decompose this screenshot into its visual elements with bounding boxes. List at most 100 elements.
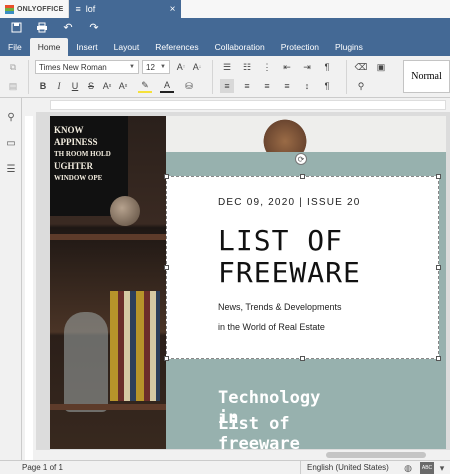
document-title[interactable]: LIST OF FREEWARE — [218, 225, 361, 289]
search-icon[interactable]: ⚲ — [4, 110, 18, 124]
navigation-icon[interactable]: ☰ — [4, 162, 18, 176]
issue-date[interactable]: DEC 09, 2020 | ISSUE 20 — [218, 197, 360, 208]
scrollbar-thumb[interactable] — [326, 452, 426, 458]
document-page[interactable]: KNOW APPINESS TH ROOM HOLD UGHTER WINDOW… — [50, 116, 446, 460]
tab-protection[interactable]: Protection — [273, 38, 327, 56]
redo-icon[interactable]: ↷ — [86, 20, 102, 34]
bold-icon[interactable]: B — [36, 79, 50, 93]
onlyoffice-logo-icon — [5, 4, 14, 14]
subscript-icon[interactable]: Ax — [116, 79, 130, 93]
resize-handle[interactable] — [164, 174, 169, 179]
chevron-down-icon[interactable]: ▾ — [436, 462, 448, 474]
copy-style-icon[interactable]: ⚲ — [354, 79, 368, 93]
paragraph-icon[interactable]: ¶ — [320, 79, 334, 93]
teal-heading-line: List of — [218, 414, 290, 434]
font-size-select[interactable]: 12 ▼ — [142, 60, 170, 74]
line-spacing-icon[interactable]: ↕ — [300, 79, 314, 93]
brand-name: ONLYOFFICE — [17, 5, 64, 13]
resize-handle[interactable] — [300, 174, 305, 179]
subtitle-line[interactable]: in the World of Real Estate — [218, 322, 325, 332]
tab-home[interactable]: Home — [29, 38, 69, 56]
copy-icon[interactable]: ⧉ — [6, 60, 20, 74]
glass-jar — [64, 312, 108, 412]
coral-decoration — [260, 116, 310, 152]
ribbon-separator — [212, 60, 213, 94]
spellcheck-icon[interactable]: ABC — [420, 462, 434, 474]
resize-handle[interactable] — [436, 174, 441, 179]
multilevel-list-icon[interactable]: ⋮ — [260, 60, 274, 74]
save-icon[interactable] — [8, 20, 24, 34]
wooden-shelf — [50, 404, 166, 410]
close-tab-icon[interactable]: × — [170, 4, 176, 15]
document-tab-label: lof — [85, 4, 96, 14]
tab-references[interactable]: References — [147, 38, 206, 56]
tab-collaboration[interactable]: Collaboration — [207, 38, 273, 56]
title-bar: ONLYOFFICE ≡ lof × — [0, 0, 450, 18]
clear-style-icon[interactable]: ⌫ — [354, 60, 368, 74]
document-tab[interactable]: ≡ lof × — [69, 0, 182, 18]
document-canvas[interactable]: KNOW APPINESS TH ROOM HOLD UGHTER WINDOW… — [36, 112, 450, 460]
status-bar: Page 1 of 1 English (United States) ◍ AB… — [0, 460, 450, 474]
resize-handle[interactable] — [436, 265, 441, 270]
increase-indent-icon[interactable]: ⇥ — [300, 60, 314, 74]
undo-icon[interactable]: ↶ — [60, 20, 76, 34]
rotate-icon[interactable]: ⟳ — [295, 153, 307, 165]
increase-font-icon[interactable]: A ↑ — [174, 60, 188, 74]
align-center-icon[interactable]: ≡ — [240, 79, 254, 93]
italic-icon[interactable]: I — [52, 79, 66, 93]
wooden-shelf — [50, 234, 166, 240]
align-right-icon[interactable]: ≡ — [260, 79, 274, 93]
tab-layout[interactable]: Layout — [106, 38, 148, 56]
title-line: LIST OF — [218, 224, 344, 257]
decrease-indent-icon[interactable]: ⇤ — [280, 60, 294, 74]
nonprinting-chars-icon[interactable]: ¶ — [320, 60, 334, 74]
justify-icon[interactable]: ≡ — [280, 79, 294, 93]
onlyoffice-logo: ONLYOFFICE — [0, 0, 70, 18]
resize-handle[interactable] — [300, 356, 305, 361]
teal-heading-line: Technology — [218, 388, 321, 408]
decrease-font-icon[interactable]: A ↓ — [190, 60, 204, 74]
horizontal-ruler[interactable] — [22, 98, 450, 112]
fill-color-icon[interactable]: ⛁ — [182, 79, 196, 93]
chevron-down-icon: ▼ — [160, 64, 166, 70]
subtitle-line[interactable]: News, Trends & Developments — [218, 302, 342, 312]
resize-handle[interactable] — [436, 356, 441, 361]
tab-insert[interactable]: Insert — [68, 38, 105, 56]
globe-icon[interactable]: ◍ — [402, 462, 414, 474]
color-scheme-icon[interactable]: ▣ — [374, 60, 388, 74]
left-panel: ⚲ ▭ ☰ — [0, 98, 22, 460]
sign-line: APPINESS — [54, 137, 98, 147]
bullet-list-icon[interactable]: ☰ — [220, 60, 234, 74]
shelf-photo: KNOW APPINESS TH ROOM HOLD UGHTER WINDOW… — [50, 116, 166, 460]
align-left-icon[interactable]: ≡ — [220, 79, 234, 93]
menu-lines-icon: ≡ — [75, 4, 81, 14]
tab-plugins[interactable]: Plugins — [327, 38, 371, 56]
books — [110, 291, 160, 401]
sign-line: TH ROOM HOLD — [54, 150, 111, 158]
menu-bar: File Home Insert Layout References Colla… — [0, 36, 450, 56]
teal-heading-overlap[interactable]: List of freeware — [218, 414, 300, 454]
strikethrough-icon[interactable]: S — [84, 79, 98, 93]
font-color-icon[interactable]: A — [160, 79, 174, 93]
print-icon[interactable] — [34, 20, 50, 34]
ruler-paper — [50, 100, 446, 110]
underline-icon[interactable]: U — [68, 79, 82, 93]
resize-handle[interactable] — [164, 265, 169, 270]
numbered-list-icon[interactable]: ☷ — [240, 60, 254, 74]
paste-icon[interactable]: ▤ — [6, 79, 20, 93]
style-normal[interactable]: Normal — [403, 60, 450, 93]
font-name-select[interactable]: Times New Roman ▼ — [35, 60, 139, 74]
horizontal-scrollbar[interactable] — [36, 449, 450, 460]
vintage-sign: KNOW APPINESS TH ROOM HOLD UGHTER WINDOW… — [50, 116, 140, 226]
highlight-icon[interactable]: ✎ — [138, 79, 152, 93]
page-indicator[interactable]: Page 1 of 1 — [0, 463, 63, 472]
font-size-value: 12 — [146, 62, 155, 72]
vertical-ruler[interactable] — [22, 112, 36, 460]
ribbon-separator — [346, 60, 347, 94]
resize-handle[interactable] — [164, 356, 169, 361]
comments-icon[interactable]: ▭ — [4, 136, 18, 150]
language-selector[interactable]: English (United States) — [300, 461, 392, 474]
ribbon-separator — [28, 60, 29, 94]
tab-file[interactable]: File — [0, 38, 30, 56]
superscript-icon[interactable]: Ax — [100, 79, 114, 93]
